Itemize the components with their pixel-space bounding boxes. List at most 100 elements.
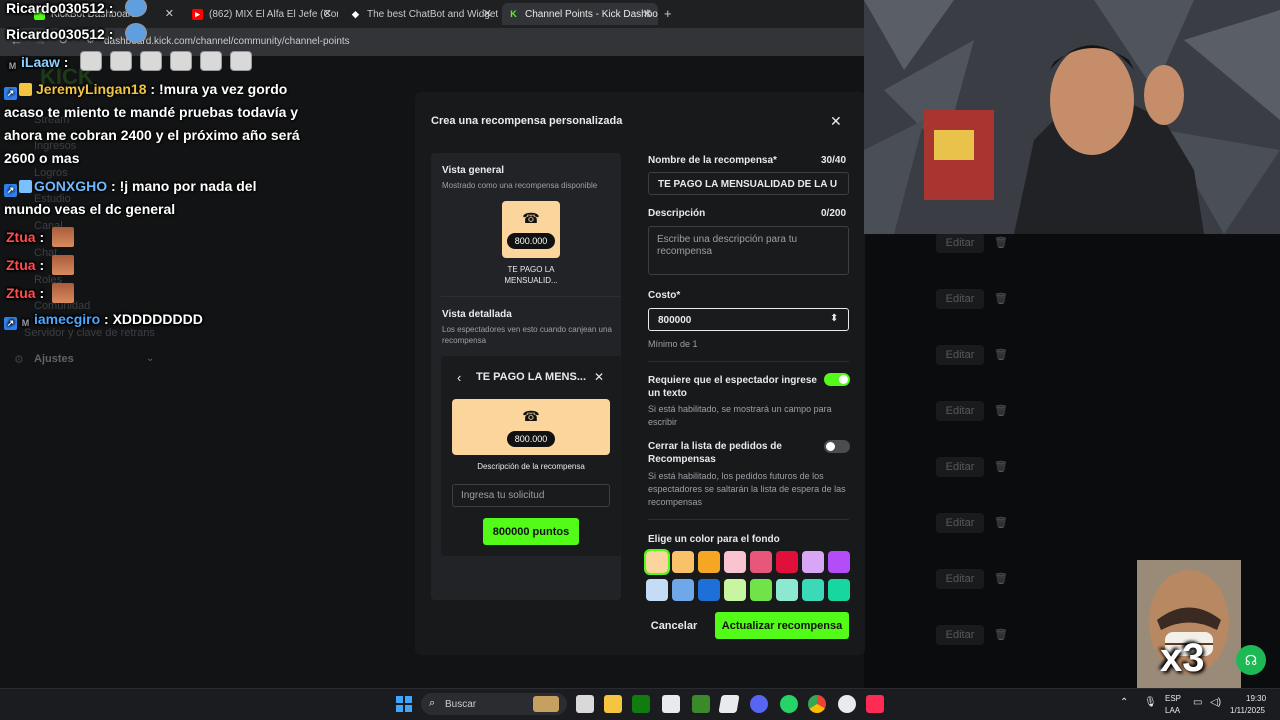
trash-icon[interactable]: 🗑 <box>993 460 1009 473</box>
color-swatch[interactable] <box>724 579 746 601</box>
tab-label: (862) MIX El Alfa El Jefe (Coron <box>209 8 338 20</box>
color-swatch[interactable] <box>698 579 720 601</box>
browser-tab[interactable]: ◆ The best ChatBot and Widgets ✕ <box>344 3 498 25</box>
tiktok-icon[interactable] <box>866 695 884 713</box>
tray-chevron-up-icon[interactable]: ⌃ <box>1120 697 1128 708</box>
chat-message: Ricardo030512 : <box>6 23 148 43</box>
input-language-variant[interactable]: LAA <box>1165 706 1180 715</box>
close-tab-icon[interactable]: ✕ <box>165 7 174 20</box>
volume-icon[interactable]: ◁) <box>1210 697 1221 708</box>
windows-start-icon[interactable] <box>396 696 412 712</box>
color-swatch[interactable] <box>724 551 746 573</box>
reward-name-input[interactable]: TE PAGO LA MENSUALIDAD DE LA U <box>648 172 849 195</box>
color-swatch[interactable] <box>776 551 798 573</box>
cost-input[interactable]: 800000 ⬍ <box>648 308 849 331</box>
trash-icon[interactable]: 🗑 <box>993 292 1009 305</box>
trash-icon[interactable]: 🗑 <box>993 628 1009 641</box>
color-swatch[interactable] <box>672 551 694 573</box>
color-swatch[interactable] <box>672 579 694 601</box>
chrome-icon[interactable] <box>808 695 826 713</box>
edit-button[interactable]: Editar <box>936 457 984 477</box>
edit-button[interactable]: Editar <box>936 625 984 645</box>
store-icon[interactable] <box>662 695 680 713</box>
edit-button[interactable]: Editar <box>936 401 984 421</box>
toggle-knob <box>826 442 835 451</box>
color-swatch[interactable] <box>646 579 668 601</box>
mod-badge-icon: M <box>21 318 30 328</box>
stepper-icon[interactable]: ⬍ <box>830 313 838 324</box>
chat-message: Ztua : <box>6 255 75 275</box>
task-view-icon[interactable] <box>576 695 594 713</box>
close-tab-icon[interactable]: ✕ <box>643 7 652 20</box>
network-icon[interactable]: ▭ <box>1193 697 1202 708</box>
whatsapp-icon[interactable] <box>780 695 798 713</box>
chat-message: ↗ Miamecgiro : XDDDDDDDD <box>4 311 203 330</box>
obs-icon[interactable] <box>838 695 856 713</box>
overview-subtitle: Mostrado como una recompensa disponible <box>442 181 598 190</box>
color-swatch[interactable] <box>644 549 670 575</box>
browser-tab[interactable]: ▸ (862) MIX El Alfa El Jefe (Coron ✕ <box>186 3 338 25</box>
detail-subtitle: Los espectadores ven esto cuando canjean… <box>442 325 612 345</box>
trash-icon[interactable]: 🗑 <box>993 236 1009 249</box>
trash-icon[interactable]: 🗑 <box>993 572 1009 585</box>
new-tab-icon[interactable]: + <box>664 6 672 21</box>
chat-separator: : <box>35 229 49 245</box>
description-textarea[interactable]: Escribe una descripción para tu recompen… <box>648 226 849 275</box>
webcam-feed <box>864 0 1280 234</box>
chat-separator: : <box>104 0 118 16</box>
search-icon: ⌕ <box>429 697 436 709</box>
chat-message: Ztua : <box>6 227 75 247</box>
close-tab-icon[interactable]: ✕ <box>483 7 492 20</box>
clock-date[interactable]: 1/11/2025 <box>1230 706 1265 715</box>
color-swatch[interactable] <box>828 579 850 601</box>
color-swatch[interactable] <box>750 551 772 573</box>
chat-separator: : <box>100 311 113 327</box>
microphone-icon[interactable]: 🎙 <box>1144 697 1157 708</box>
trash-icon[interactable]: 🗑 <box>993 516 1009 529</box>
edit-button[interactable]: Editar <box>936 513 984 533</box>
update-reward-button[interactable]: Actualizar recompensa <box>715 612 849 639</box>
edit-button[interactable]: Editar <box>936 233 984 253</box>
chat-username: Ztua <box>6 257 36 273</box>
color-swatch[interactable] <box>828 551 850 573</box>
minecraft-icon[interactable] <box>692 695 710 713</box>
discord-icon[interactable] <box>750 695 768 713</box>
divider <box>648 519 849 520</box>
color-swatch-row <box>644 549 856 575</box>
color-swatch[interactable] <box>776 579 798 601</box>
tab-label: The best ChatBot and Widgets <box>367 8 498 20</box>
emote-icon <box>230 51 253 71</box>
color-swatch[interactable] <box>750 579 772 601</box>
input-language[interactable]: ESP <box>1165 694 1181 703</box>
color-swatch[interactable] <box>698 551 720 573</box>
sidebar-item-ajustes[interactable]: Ajustes <box>34 353 74 365</box>
taskbar-search[interactable]: ⌕ Buscar <box>421 693 567 715</box>
edit-button[interactable]: Editar <box>936 569 984 589</box>
trash-icon[interactable]: 🗑 <box>993 348 1009 361</box>
edit-button[interactable]: Editar <box>936 289 984 309</box>
edit-button[interactable]: Editar <box>936 345 984 365</box>
close-icon[interactable]: ✕ <box>830 113 842 130</box>
require-text-toggle[interactable] <box>824 373 850 386</box>
verified-badge-icon: ↗ <box>4 87 17 100</box>
support-chat-icon[interactable]: ☊ <box>1236 645 1266 675</box>
cancel-button[interactable]: Cancelar <box>637 613 711 638</box>
app-icon[interactable] <box>718 695 740 713</box>
browser-tab-active[interactable]: K Channel Points - Kick Dashboa ✕ <box>502 3 658 25</box>
divider <box>648 361 849 362</box>
name-label: Nombre de la recompensa* <box>648 155 777 166</box>
skip-queue-toggle[interactable] <box>824 440 850 453</box>
close-tab-icon[interactable]: ✕ <box>323 7 332 20</box>
trash-icon[interactable]: 🗑 <box>993 404 1009 417</box>
detail-request-input: Ingresa tu solicitud <box>452 484 610 507</box>
detail-label: Vista detallada <box>442 309 512 320</box>
emote-icon <box>170 51 193 71</box>
clock-time[interactable]: 19:30 <box>1246 694 1266 703</box>
chat-username: Ztua <box>6 229 36 245</box>
file-explorer-icon[interactable] <box>604 695 622 713</box>
color-swatch[interactable] <box>802 551 824 573</box>
chat-username: Ricardo030512 <box>6 26 105 42</box>
color-swatch[interactable] <box>802 579 824 601</box>
overview-label: Vista general <box>442 165 505 176</box>
xbox-icon[interactable] <box>632 695 650 713</box>
